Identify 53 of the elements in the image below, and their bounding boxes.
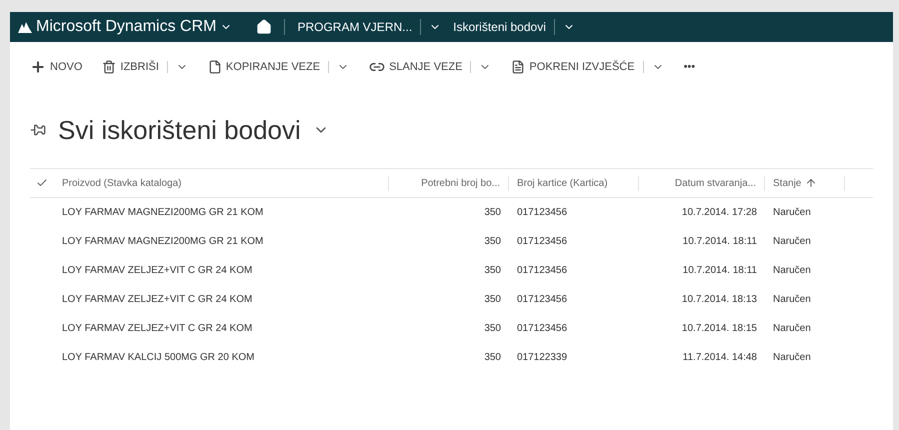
table-cell-text: LOY FARMAV KALCIJ 500MG GR 20 KOM xyxy=(61,351,256,365)
table-cell-text: 350 xyxy=(483,351,502,365)
table-cell-text: LOY FARMAV ZELJEZ+VIT C GR 24 KOM xyxy=(61,293,254,307)
table-cell-text: 017123456 xyxy=(516,206,568,220)
toolbar-button[interactable]: NOVO xyxy=(30,58,82,76)
page-icon xyxy=(208,60,222,74)
toolbar-button[interactable]: ••• xyxy=(684,58,696,76)
column-header[interactable]: Potrebni broj bo... xyxy=(389,176,509,190)
view-title: Svi iskorišteni bodovi xyxy=(58,114,301,146)
report-icon xyxy=(511,60,526,74)
app-title[interactable]: Microsoft Dynamics CRM xyxy=(36,15,216,39)
table-cell-text: 017123456 xyxy=(516,264,568,278)
trash-icon xyxy=(102,60,116,74)
table-cell-text: Naručen xyxy=(772,235,812,249)
table-cell-text: Naručen xyxy=(772,322,812,336)
breadcrumb[interactable]: PROGRAM VJERN... xyxy=(297,18,412,36)
column-header[interactable]: Datum stvaranja... xyxy=(639,176,765,190)
column-header[interactable]: Proizvod (Stavka kataloga) xyxy=(54,176,389,190)
column-header[interactable]: Broj kartice (Kartica) xyxy=(509,176,639,190)
table-cell-text: 017123456 xyxy=(516,322,568,336)
table-cell-text: Naručen xyxy=(772,264,812,278)
toolbar-button[interactable]: SLANJE VEZE xyxy=(369,58,462,76)
breadcrumb[interactable]: Iskorišteni bodovi xyxy=(453,18,546,36)
home-icon[interactable] xyxy=(256,19,272,35)
table-cell-text: 017122339 xyxy=(516,351,568,365)
column-header[interactable]: Stanje xyxy=(765,176,845,190)
table-cell-text: Naručen xyxy=(772,293,812,307)
pin-icon[interactable] xyxy=(30,122,46,138)
table-cell-text: 350 xyxy=(483,293,502,307)
table-cell-text: Naručen xyxy=(772,351,812,365)
table-cell-text: 11.7.2014. 14:48 xyxy=(682,351,758,365)
table-cell-text: LOY FARMAV MAGNEZI200MG GR 21 KOM xyxy=(61,235,264,249)
table-cell-text: LOY FARMAV ZELJEZ+VIT C GR 24 KOM xyxy=(61,322,254,336)
select-all-check-icon[interactable] xyxy=(36,177,48,189)
table-cell-text: 017123456 xyxy=(516,235,568,249)
table-cell-text: 350 xyxy=(483,322,502,336)
toolbar-button[interactable]: POKRENI IZVJEŠĆE xyxy=(511,58,635,76)
table-cell-text: 017123456 xyxy=(516,293,568,307)
table-cell-text: 10.7.2014. 18:15 xyxy=(680,322,758,336)
table-cell-text: LOY FARMAV MAGNEZI200MG GR 21 KOM xyxy=(61,206,264,220)
plus-icon xyxy=(30,59,46,75)
table-cell-text: 350 xyxy=(483,235,502,249)
table-cell-text: 10.7.2014. 18:13 xyxy=(680,293,758,307)
logo-icon xyxy=(18,21,32,33)
table-cell-text: 10.7.2014. 18:11 xyxy=(682,264,758,278)
table-cell-text: Naručen xyxy=(772,206,812,220)
table-cell-text: 10.7.2014. 18:11 xyxy=(682,235,758,249)
toolbar-button[interactable]: KOPIRANJE VEZE xyxy=(208,58,320,76)
table-cell-text: 350 xyxy=(483,264,502,278)
toolbar-button[interactable]: IZBRIŠI xyxy=(102,58,159,76)
table-cell-text: 350 xyxy=(483,206,502,220)
table-cell-text: LOY FARMAV ZELJEZ+VIT C GR 24 KOM xyxy=(61,264,254,278)
table-cell-text: 10.7.2014. 17:28 xyxy=(680,206,758,220)
